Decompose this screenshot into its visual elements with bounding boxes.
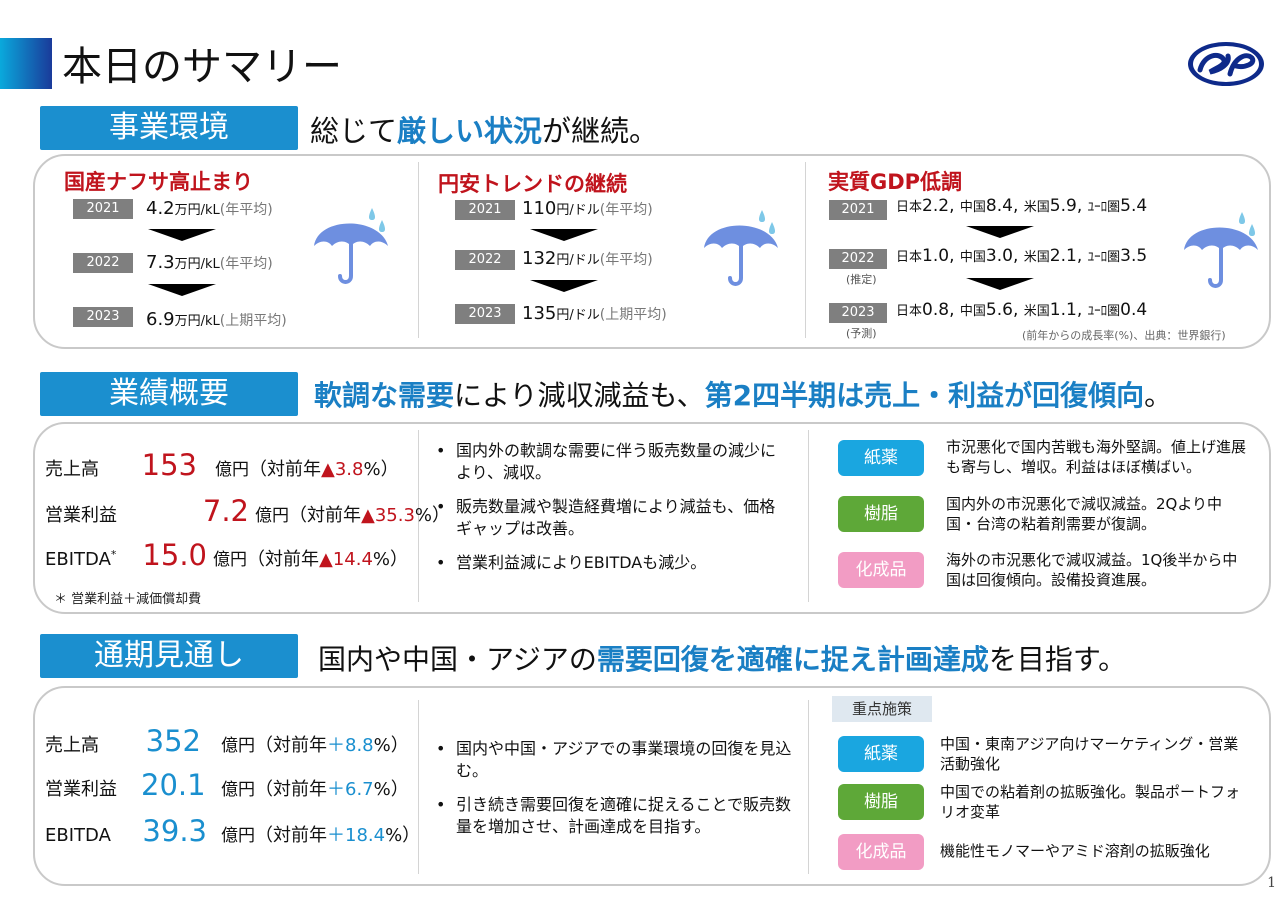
section-label-business-env: 事業環境 — [40, 106, 298, 150]
divider — [805, 162, 806, 338]
ebitda-footnote: ＊ 営業利益＋減価償却費 — [54, 592, 202, 607]
year-badge: 2021 — [73, 199, 133, 219]
page-number: 1 — [1267, 875, 1276, 891]
naphtha-value: 6.9万円/kL(上期平均) — [146, 309, 287, 330]
year-sub-estimate: (推定) — [846, 273, 877, 286]
umbrella-icon — [314, 208, 388, 284]
gdp-title: 実質GDP低調 — [828, 170, 963, 194]
section-label-performance: 業績概要 — [40, 372, 298, 416]
segment-text-paper: 市況悪化で国内苦戦も海外堅調。値上げ進展も寄与し、増収。利益はほぼ横ばい。 — [946, 438, 1247, 476]
year-badge: 2023 — [73, 307, 133, 327]
forecast-row-sales: 売上高 352 億円（対前年＋8.8%） — [45, 724, 409, 758]
down-arrow-icon — [530, 229, 598, 241]
bullet-item: 引き続き需要回復を適確に捉えることで販売数量を増加させ、計画達成を目指す。 — [434, 794, 794, 838]
gdp-row: 日本1.0, 中国3.0, 米国2.1, ﾕｰﾛ圏3.5 — [896, 246, 1148, 266]
divider — [808, 700, 809, 874]
divider — [418, 162, 419, 338]
segment-badge-resin: 樹脂 — [838, 496, 924, 532]
segment-text-resin: 国内外の市況悪化で減収減益。2Qより中国・台湾の粘着剤需要が復調。 — [946, 495, 1223, 533]
bullet-item: 国内や中国・アジアでの事業環境の回復を見込む。 — [434, 738, 794, 782]
segment-badge-paper: 紙薬 — [838, 736, 924, 772]
section-label-outlook: 通期見通し — [40, 634, 298, 678]
segment-text-chem: 機能性モノマーやアミド溶剤の拡販強化 — [940, 842, 1210, 860]
focus-measures-label: 重点施策 — [832, 696, 932, 722]
segment-badge-chem: 化成品 — [838, 834, 924, 870]
segment-text-chem: 海外の市況悪化で減収減益。1Q後半から中国は回復傾向。設備投資進展。 — [946, 551, 1238, 589]
bullet-item: 販売数量減や製造経費増により減益も、価格ギャップは改善。 — [434, 496, 784, 540]
naphtha-value: 7.3万円/kL(年平均) — [146, 252, 273, 273]
bullet-item: 営業利益減によりEBITDAも減少。 — [434, 552, 784, 574]
umbrella-icon — [1184, 212, 1258, 288]
section-headline-business-env: 総じて厳しい状況が継続。 — [310, 114, 659, 148]
gdp-row: 日本2.2, 中国8.4, 米国5.9, ﾕｰﾛ圏5.4 — [896, 196, 1148, 216]
bullet-item: 国内外の軟調な需要に伴う販売数量の減少により、減収。 — [434, 440, 784, 484]
divider — [808, 430, 809, 602]
down-arrow-icon — [530, 280, 598, 292]
section-headline-performance: 軟調な需要により減収減益も、第2四半期は売上・利益が回復傾向。 — [314, 379, 1173, 412]
naphtha-value: 4.2万円/kL(年平均) — [146, 198, 273, 219]
year-badge: 2023 — [455, 304, 515, 324]
forecast-row-op-income: 営業利益 20.1 億円（対前年＋6.7%） — [45, 768, 409, 802]
down-arrow-icon — [148, 229, 216, 241]
forecast-row-ebitda: EBITDA 39.3 億円（対前年＋18.4%） — [45, 814, 421, 848]
down-arrow-icon — [148, 284, 216, 296]
year-badge: 2022 — [73, 253, 133, 273]
year-badge: 2021 — [455, 200, 515, 220]
metric-row-sales: 売上高 153 億円（対前年▲3.8%） — [45, 448, 399, 482]
segment-badge-chem: 化成品 — [838, 552, 924, 588]
naphtha-title: 国産ナフサ高止まり — [64, 170, 253, 194]
year-sub-forecast: (予測) — [846, 327, 877, 340]
gdp-source-note: (前年からの成長率(%)、出典：世界銀行) — [1022, 329, 1226, 342]
yen-title: 円安トレンドの継続 — [438, 172, 627, 196]
fx-value: 110円/ドル(年平均) — [522, 198, 653, 219]
page-title: 本日のサマリー — [62, 44, 342, 90]
title-accent-bar — [0, 38, 52, 89]
year-badge: 2023 — [829, 303, 887, 323]
segment-text-resin: 中国での粘着剤の拡販強化。製品ポートフォリオ変革 — [940, 783, 1241, 821]
segment-text-paper: 中国・東南アジア向けマーケティング・営業活動強化 — [940, 735, 1239, 773]
section-headline-outlook: 国内や中国・アジアの需要回復を適確に捉え計画達成を目指す。 — [318, 643, 1127, 676]
year-badge: 2022 — [455, 250, 515, 270]
company-logo — [1188, 42, 1264, 86]
year-badge: 2021 — [829, 200, 887, 220]
umbrella-icon — [704, 210, 778, 286]
performance-bullets: 国内外の軟調な需要に伴う販売数量の減少により、減収。 販売数量減や製造経費増によ… — [434, 440, 784, 586]
fx-value: 132円/ドル(年平均) — [522, 248, 653, 269]
fx-value: 135円/ドル(上期平均) — [522, 303, 667, 324]
segment-badge-resin: 樹脂 — [838, 784, 924, 820]
gdp-row: 日本0.8, 中国5.6, 米国1.1, ﾕｰﾛ圏0.4 — [896, 300, 1148, 320]
down-arrow-icon — [966, 278, 1034, 290]
metric-row-ebitda: EBITDA* 15.0 億円（対前年▲14.4%） — [45, 538, 409, 572]
down-arrow-icon — [966, 226, 1034, 238]
segment-badge-paper: 紙薬 — [838, 440, 924, 476]
year-badge: 2022 — [829, 249, 887, 269]
metric-row-op-income: 営業利益 7.2 億円（対前年▲35.3%） — [45, 494, 451, 528]
outlook-bullets: 国内や中国・アジアでの事業環境の回復を見込む。 引き続き需要回復を適確に捉えるこ… — [434, 738, 794, 850]
